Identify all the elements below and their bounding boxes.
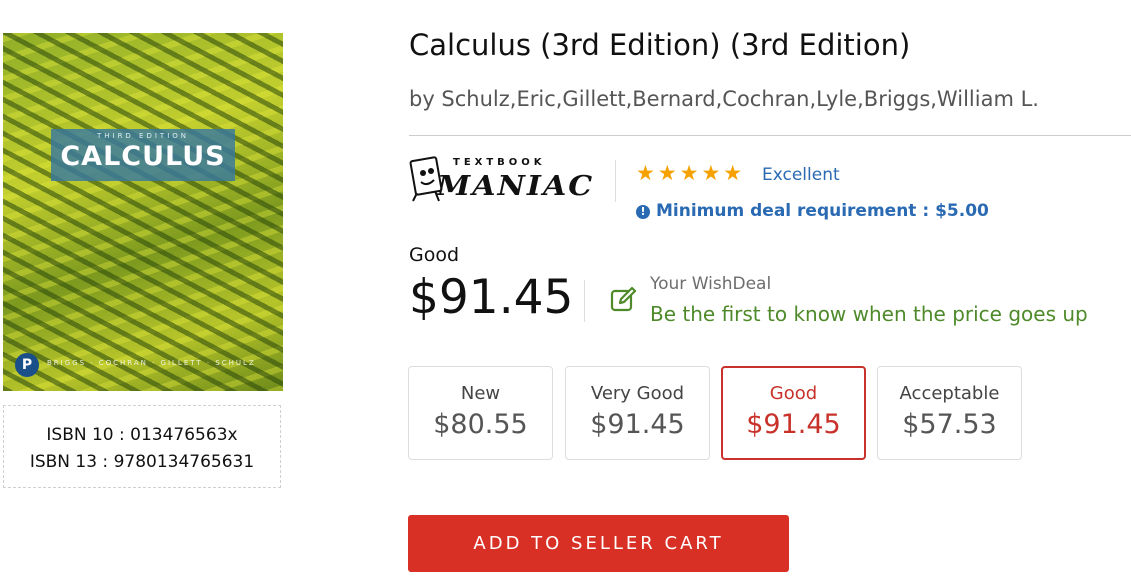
selected-condition: Good [409,244,460,266]
min-deal-requirement: ! Minimum deal requirement : $5.00 [636,201,989,221]
divider [584,280,585,322]
condition-option-very-good[interactable]: Very Good $91.45 [565,366,710,460]
option-name: New [460,383,501,404]
option-name: Acceptable [899,383,1000,404]
book-cover-image: THIRD EDITION CALCULUS P BRIGGS · COCHRA… [3,33,283,391]
book-title: Calculus (3rd Edition) (3rd Edition) [409,28,911,62]
cover-title-band: THIRD EDITION CALCULUS [51,129,235,181]
min-deal-text: Minimum deal requirement : $5.00 [656,201,989,221]
divider [615,160,616,202]
cover-edition-text: THIRD EDITION [96,132,190,140]
seller-logo[interactable]: TEXTBOOK MANIAC [409,155,594,211]
cover-title-text: CALCULUS [60,141,226,172]
isbn13: ISBN 13 : 9780134765631 [29,452,255,472]
option-price: $80.55 [433,409,528,440]
option-name: Good [769,383,818,404]
condition-option-acceptable[interactable]: Acceptable $57.53 [877,366,1022,460]
divider [409,135,1131,136]
option-name: Very Good [590,383,685,404]
option-price: $91.45 [746,409,841,440]
cover-authors-text: BRIGGS · COCHRAN · GILLETT · SCHULZ [47,359,256,367]
wishdeal-title: Your WishDeal [650,274,772,294]
rating-label[interactable]: Excellent [762,165,840,185]
condition-option-new[interactable]: New $80.55 [408,366,553,460]
publisher-logo-icon: P [15,353,39,377]
selected-price: $91.45 [409,270,574,325]
option-price: $91.45 [590,409,685,440]
edit-icon[interactable] [610,285,638,313]
book-authors: by Schulz,Eric,Gillett,Bernard,Cochran,L… [409,87,1039,111]
condition-option-good[interactable]: Good $91.45 [721,366,866,460]
info-icon: ! [636,205,650,219]
add-to-seller-cart-button[interactable]: ADD TO SELLER CART [408,515,789,572]
wishdeal-subtitle[interactable]: Be the first to know when the price goes… [650,302,1088,326]
seller-logo-top-text: TEXTBOOK [453,157,546,168]
seller-logo-main-text: MANIAC [437,170,595,203]
isbn10: ISBN 10 : 013476563x [46,425,238,445]
option-price: $57.53 [902,409,997,440]
star-rating: ★★★★★ [636,161,746,185]
isbn-box: ISBN 10 : 013476563x ISBN 13 : 978013476… [3,405,281,488]
